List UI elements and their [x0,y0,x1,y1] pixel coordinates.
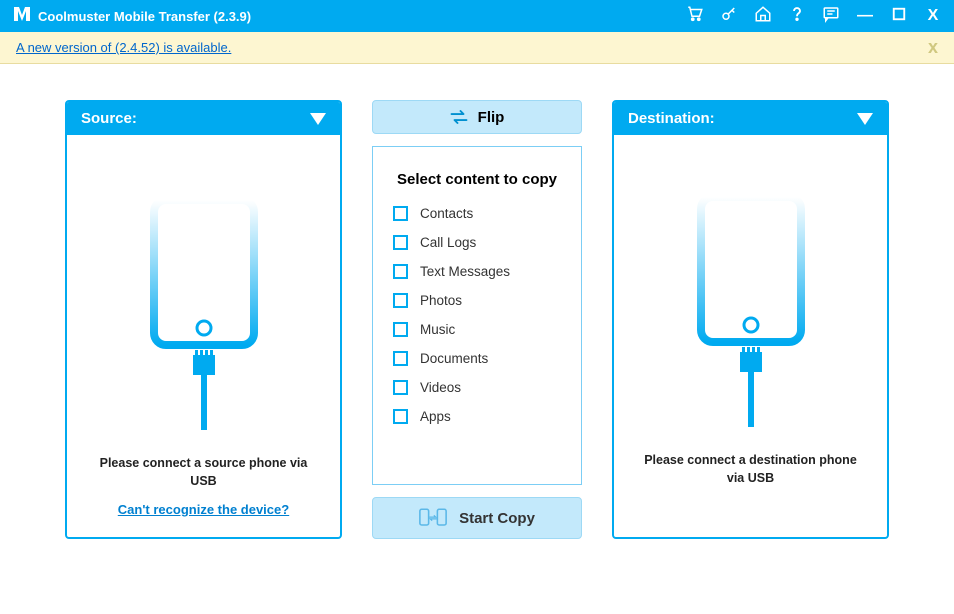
content-checkbox[interactable] [393,206,408,221]
content-item: Music [389,322,565,337]
start-copy-label: Start Copy [459,510,535,527]
content-checkbox[interactable] [393,409,408,424]
home-icon[interactable] [754,5,772,28]
source-message: Please connect a source phone via USB [87,455,320,490]
content-item: Videos [389,380,565,395]
content-item-label: Photos [420,293,462,308]
cart-icon[interactable] [686,5,704,28]
content-checkbox[interactable] [393,380,408,395]
start-copy-icon [419,507,447,529]
content-item-label: Music [420,322,455,337]
content-item-label: Videos [420,380,461,395]
titlebar-controls: — X [686,5,942,28]
content-item: Documents [389,351,565,366]
update-link[interactable]: A new version of (2.4.52) is available. [16,40,231,55]
content-select-box: Select content to copy Contacts Call Logs… [372,146,582,485]
content-checkbox[interactable] [393,264,408,279]
destination-phone-icon [676,197,826,432]
content-item-label: Contacts [420,206,473,221]
key-icon[interactable] [720,5,738,28]
source-header: Source: [67,102,340,135]
destination-header-label: Destination: [628,110,715,127]
app-title: Coolmuster Mobile Transfer (2.3.9) [38,9,686,24]
content-item-label: Text Messages [420,264,510,279]
content-checkbox[interactable] [393,322,408,337]
start-copy-button[interactable]: Start Copy [372,497,582,539]
content-item: Photos [389,293,565,308]
content-item: Text Messages [389,264,565,279]
content-item: Apps [389,409,565,424]
destination-message: Please connect a destination phone via U… [634,452,867,487]
destination-header: Destination: [614,102,887,135]
flip-button[interactable]: Flip [372,100,582,134]
recognize-device-link[interactable]: Can't recognize the device? [118,502,289,517]
content-item: Call Logs [389,235,565,250]
flip-label: Flip [478,109,505,126]
main-content: Source: Please connect a source phone vi… [0,64,954,575]
content-item-label: Documents [420,351,488,366]
update-banner: A new version of (2.4.52) is available. … [0,32,954,64]
maximize-button[interactable] [890,5,908,28]
help-icon[interactable] [788,5,806,28]
destination-dropdown-icon[interactable] [857,113,873,125]
select-title: Select content to copy [389,171,565,188]
flip-icon [450,110,468,124]
source-panel: Source: Please connect a source phone vi… [65,100,342,539]
destination-panel: Destination: Please connect a destinatio… [612,100,889,539]
content-checkbox[interactable] [393,351,408,366]
app-logo [12,5,30,28]
content-item-label: Apps [420,409,451,424]
close-button[interactable]: X [924,7,942,25]
minimize-button[interactable]: — [856,7,874,25]
content-checkbox[interactable] [393,293,408,308]
source-header-label: Source: [81,110,137,127]
middle-panel: Flip Select content to copy Contacts Call… [372,100,582,539]
banner-close-icon[interactable]: x [928,37,938,58]
source-phone-icon [129,200,279,435]
titlebar: Coolmuster Mobile Transfer (2.3.9) — X [0,0,954,32]
source-body: Please connect a source phone via USB Ca… [67,135,340,537]
content-checkbox[interactable] [393,235,408,250]
destination-body: Please connect a destination phone via U… [614,135,887,537]
source-dropdown-icon[interactable] [310,113,326,125]
content-item: Contacts [389,206,565,221]
content-item-label: Call Logs [420,235,476,250]
feedback-icon[interactable] [822,5,840,28]
